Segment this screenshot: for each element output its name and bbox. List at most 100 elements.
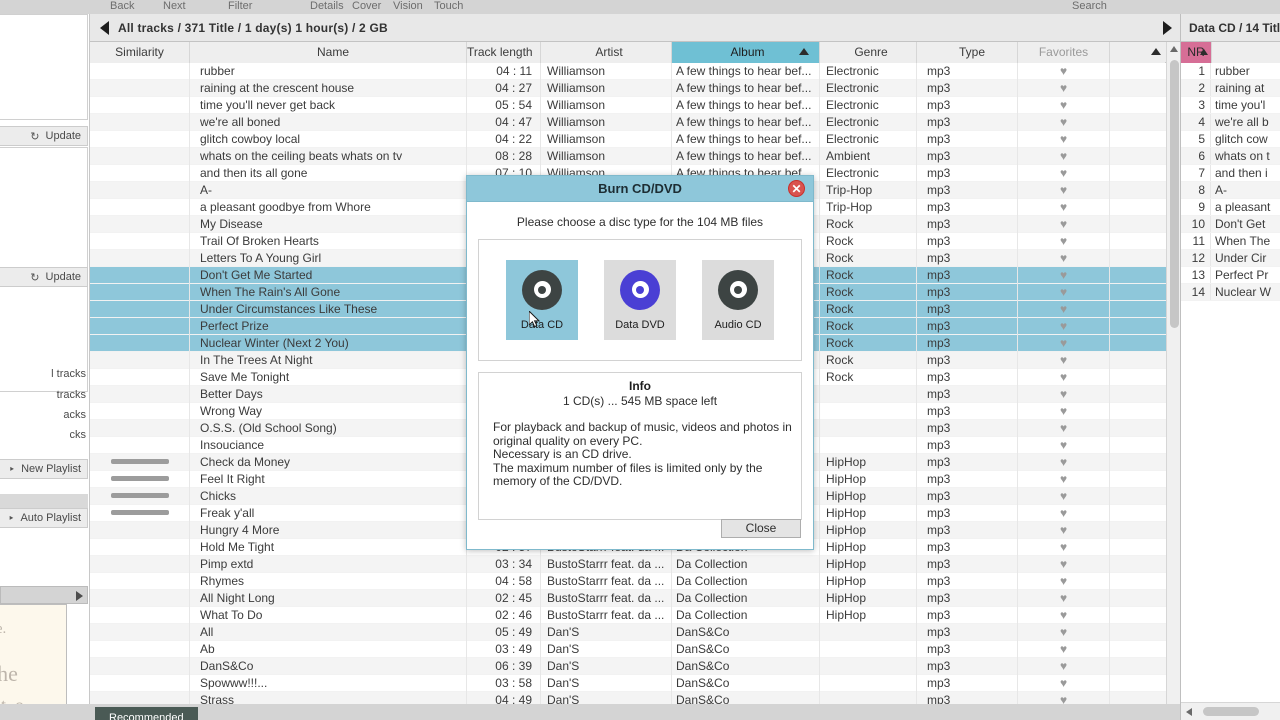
table-row[interactable]: All 05 : 49 Dan'S DanS&Co mp3 ♥	[90, 624, 1180, 641]
favorite-heart-icon[interactable]: ♥	[1018, 556, 1110, 573]
table-row[interactable]: glitch cowboy local 04 : 22 Williamson A fe…	[90, 131, 1180, 148]
favorite-heart-icon[interactable]: ♥	[1018, 590, 1110, 607]
favorite-heart-icon[interactable]: ♥	[1018, 675, 1110, 692]
toolbar-item-touch[interactable]: Touch	[434, 0, 463, 12]
column-header-title[interactable]	[1211, 42, 1280, 63]
sidebar-item-tracks-3[interactable]: acks	[0, 409, 86, 421]
disc-type-tile-audio-cd[interactable]: Audio CD	[702, 260, 774, 340]
table-row[interactable]: time you'll never get back 05 : 54 William…	[90, 97, 1180, 114]
disc-type-tile-data-cd[interactable]: Data CD	[506, 260, 578, 340]
list-item[interactable]: 6 whats on t	[1181, 148, 1280, 165]
favorite-heart-icon[interactable]: ♥	[1018, 131, 1110, 148]
list-item[interactable]: 1 rubber	[1181, 63, 1280, 80]
toolbar-item-cover[interactable]: Cover	[352, 0, 381, 12]
table-row[interactable]: Pimp extd 03 : 34 BustoStarrr feat. da ...…	[90, 556, 1180, 573]
favorite-heart-icon[interactable]: ♥	[1018, 488, 1110, 505]
favorite-heart-icon[interactable]: ♥	[1018, 97, 1110, 114]
favorite-heart-icon[interactable]: ♥	[1018, 471, 1110, 488]
favorite-heart-icon[interactable]: ♥	[1018, 403, 1110, 420]
favorite-heart-icon[interactable]: ♥	[1018, 267, 1110, 284]
favorite-heart-icon[interactable]: ♥	[1018, 624, 1110, 641]
sidebar-item-tracks-2[interactable]: tracks	[0, 389, 86, 401]
sidebar-item-all-tracks[interactable]: l tracks	[0, 368, 86, 380]
toolbar-item-back[interactable]: Back	[110, 0, 134, 12]
favorite-heart-icon[interactable]: ♥	[1018, 454, 1110, 471]
list-item[interactable]: 10 Don't Get	[1181, 216, 1280, 233]
list-item[interactable]: 13 Perfect Pr	[1181, 267, 1280, 284]
list-item[interactable]: 3 time you'l	[1181, 97, 1280, 114]
toolbar-item-search[interactable]: Search	[1072, 0, 1107, 12]
table-row[interactable]: All Night Long 02 : 45 BustoStarrr feat. d…	[90, 590, 1180, 607]
favorite-heart-icon[interactable]: ♥	[1018, 318, 1110, 335]
breadcrumb-back-button[interactable]	[90, 14, 118, 42]
recommended-tab[interactable]: Recommended	[95, 707, 198, 720]
table-row[interactable]: What To Do 02 : 46 BustoStarrr feat. da ..…	[90, 607, 1180, 624]
favorite-heart-icon[interactable]: ♥	[1018, 607, 1110, 624]
list-item[interactable]: 4 we're all b	[1181, 114, 1280, 131]
list-item[interactable]: 7 and then i	[1181, 165, 1280, 182]
close-icon[interactable]: ✕	[788, 180, 805, 197]
column-header-type[interactable]: Type	[917, 42, 1018, 63]
favorite-heart-icon[interactable]: ♥	[1018, 658, 1110, 675]
favorite-heart-icon[interactable]: ♥	[1018, 352, 1110, 369]
hscrollbar-thumb[interactable]	[1203, 707, 1259, 716]
favorite-heart-icon[interactable]: ♥	[1018, 505, 1110, 522]
favorite-heart-icon[interactable]: ♥	[1018, 199, 1110, 216]
update-button-mid[interactable]: ↻ Update	[0, 267, 88, 287]
album-cover-image[interactable]: ice. the out o on)	[0, 604, 67, 720]
favorite-heart-icon[interactable]: ♥	[1018, 63, 1110, 80]
toolbar-item-next[interactable]: Next	[163, 0, 186, 12]
scroll-left-button[interactable]	[1181, 707, 1197, 716]
table-row[interactable]: Rhymes 04 : 58 BustoStarrr feat. da ... Da …	[90, 573, 1180, 590]
column-header-name[interactable]: Name	[190, 42, 467, 63]
toolbar-item-details[interactable]: Details	[310, 0, 344, 12]
table-row[interactable]: DanS&Co 06 : 39 Dan'S DanS&Co mp3 ♥	[90, 658, 1180, 675]
column-header-track-length[interactable]: Track length	[467, 42, 541, 63]
favorite-heart-icon[interactable]: ♥	[1018, 420, 1110, 437]
toolbar-item-filter[interactable]: Filter	[228, 0, 252, 12]
list-item[interactable]: 14 Nuclear W	[1181, 284, 1280, 301]
list-item[interactable]: 2 raining at	[1181, 80, 1280, 97]
favorite-heart-icon[interactable]: ♥	[1018, 641, 1110, 658]
toolbar-item-vision[interactable]: Vision	[393, 0, 423, 12]
favorite-heart-icon[interactable]: ♥	[1018, 522, 1110, 539]
column-header-similarity[interactable]: Similarity	[90, 42, 190, 63]
table-row[interactable]: rubber 04 : 11 Williamson A few things to h…	[90, 63, 1180, 80]
breadcrumb-forward-button[interactable]	[1163, 14, 1172, 42]
favorite-heart-icon[interactable]: ♥	[1018, 369, 1110, 386]
list-item[interactable]: 9 a pleasant	[1181, 199, 1280, 216]
scrollbar-thumb[interactable]	[1170, 60, 1179, 328]
favorite-heart-icon[interactable]: ♥	[1018, 233, 1110, 250]
favorite-heart-icon[interactable]: ♥	[1018, 114, 1110, 131]
favorite-heart-icon[interactable]: ♥	[1018, 216, 1110, 233]
auto-playlist-button[interactable]: ‣ Auto Playlist	[0, 508, 88, 528]
table-row[interactable]: Spowww!!!... 03 : 58 Dan'S DanS&Co mp3 ♥	[90, 675, 1180, 692]
column-header-artist[interactable]: Artist	[541, 42, 672, 63]
favorite-heart-icon[interactable]: ♥	[1018, 284, 1110, 301]
disc-type-tile-data-dvd[interactable]: Data DVD	[604, 260, 676, 340]
update-button-top[interactable]: ↻ Update	[0, 126, 88, 146]
table-row[interactable]: whats on the ceiling beats whats on tv 08…	[90, 148, 1180, 165]
list-item[interactable]: 5 glitch cow	[1181, 131, 1280, 148]
favorite-heart-icon[interactable]: ♥	[1018, 301, 1110, 318]
favorite-heart-icon[interactable]: ♥	[1018, 437, 1110, 454]
column-header-album[interactable]: Album	[672, 42, 820, 63]
vertical-scrollbar[interactable]	[1166, 42, 1180, 720]
list-item[interactable]: 8 A-	[1181, 182, 1280, 199]
column-header-nr[interactable]: NR	[1181, 42, 1211, 63]
favorite-heart-icon[interactable]: ♥	[1018, 386, 1110, 403]
list-item[interactable]: 11 When The	[1181, 233, 1280, 250]
favorite-heart-icon[interactable]: ♥	[1018, 539, 1110, 556]
table-row[interactable]: we're all boned 04 : 47 Williamson A few th…	[90, 114, 1180, 131]
favorite-heart-icon[interactable]: ♥	[1018, 335, 1110, 352]
favorite-heart-icon[interactable]: ♥	[1018, 573, 1110, 590]
favorite-heart-icon[interactable]: ♥	[1018, 165, 1110, 182]
column-header-blank[interactable]	[1110, 42, 1165, 63]
data-cd-horizontal-scrollbar[interactable]	[1181, 702, 1280, 720]
table-row[interactable]: Ab 03 : 49 Dan'S DanS&Co mp3 ♥	[90, 641, 1180, 658]
new-playlist-button[interactable]: ‣ New Playlist	[0, 459, 88, 479]
list-item[interactable]: 12 Under Cir	[1181, 250, 1280, 267]
table-row[interactable]: raining at the crescent house 04 : 27 Will…	[90, 80, 1180, 97]
favorite-heart-icon[interactable]: ♥	[1018, 250, 1110, 267]
triangle-right-icon-cover[interactable]	[76, 591, 83, 601]
